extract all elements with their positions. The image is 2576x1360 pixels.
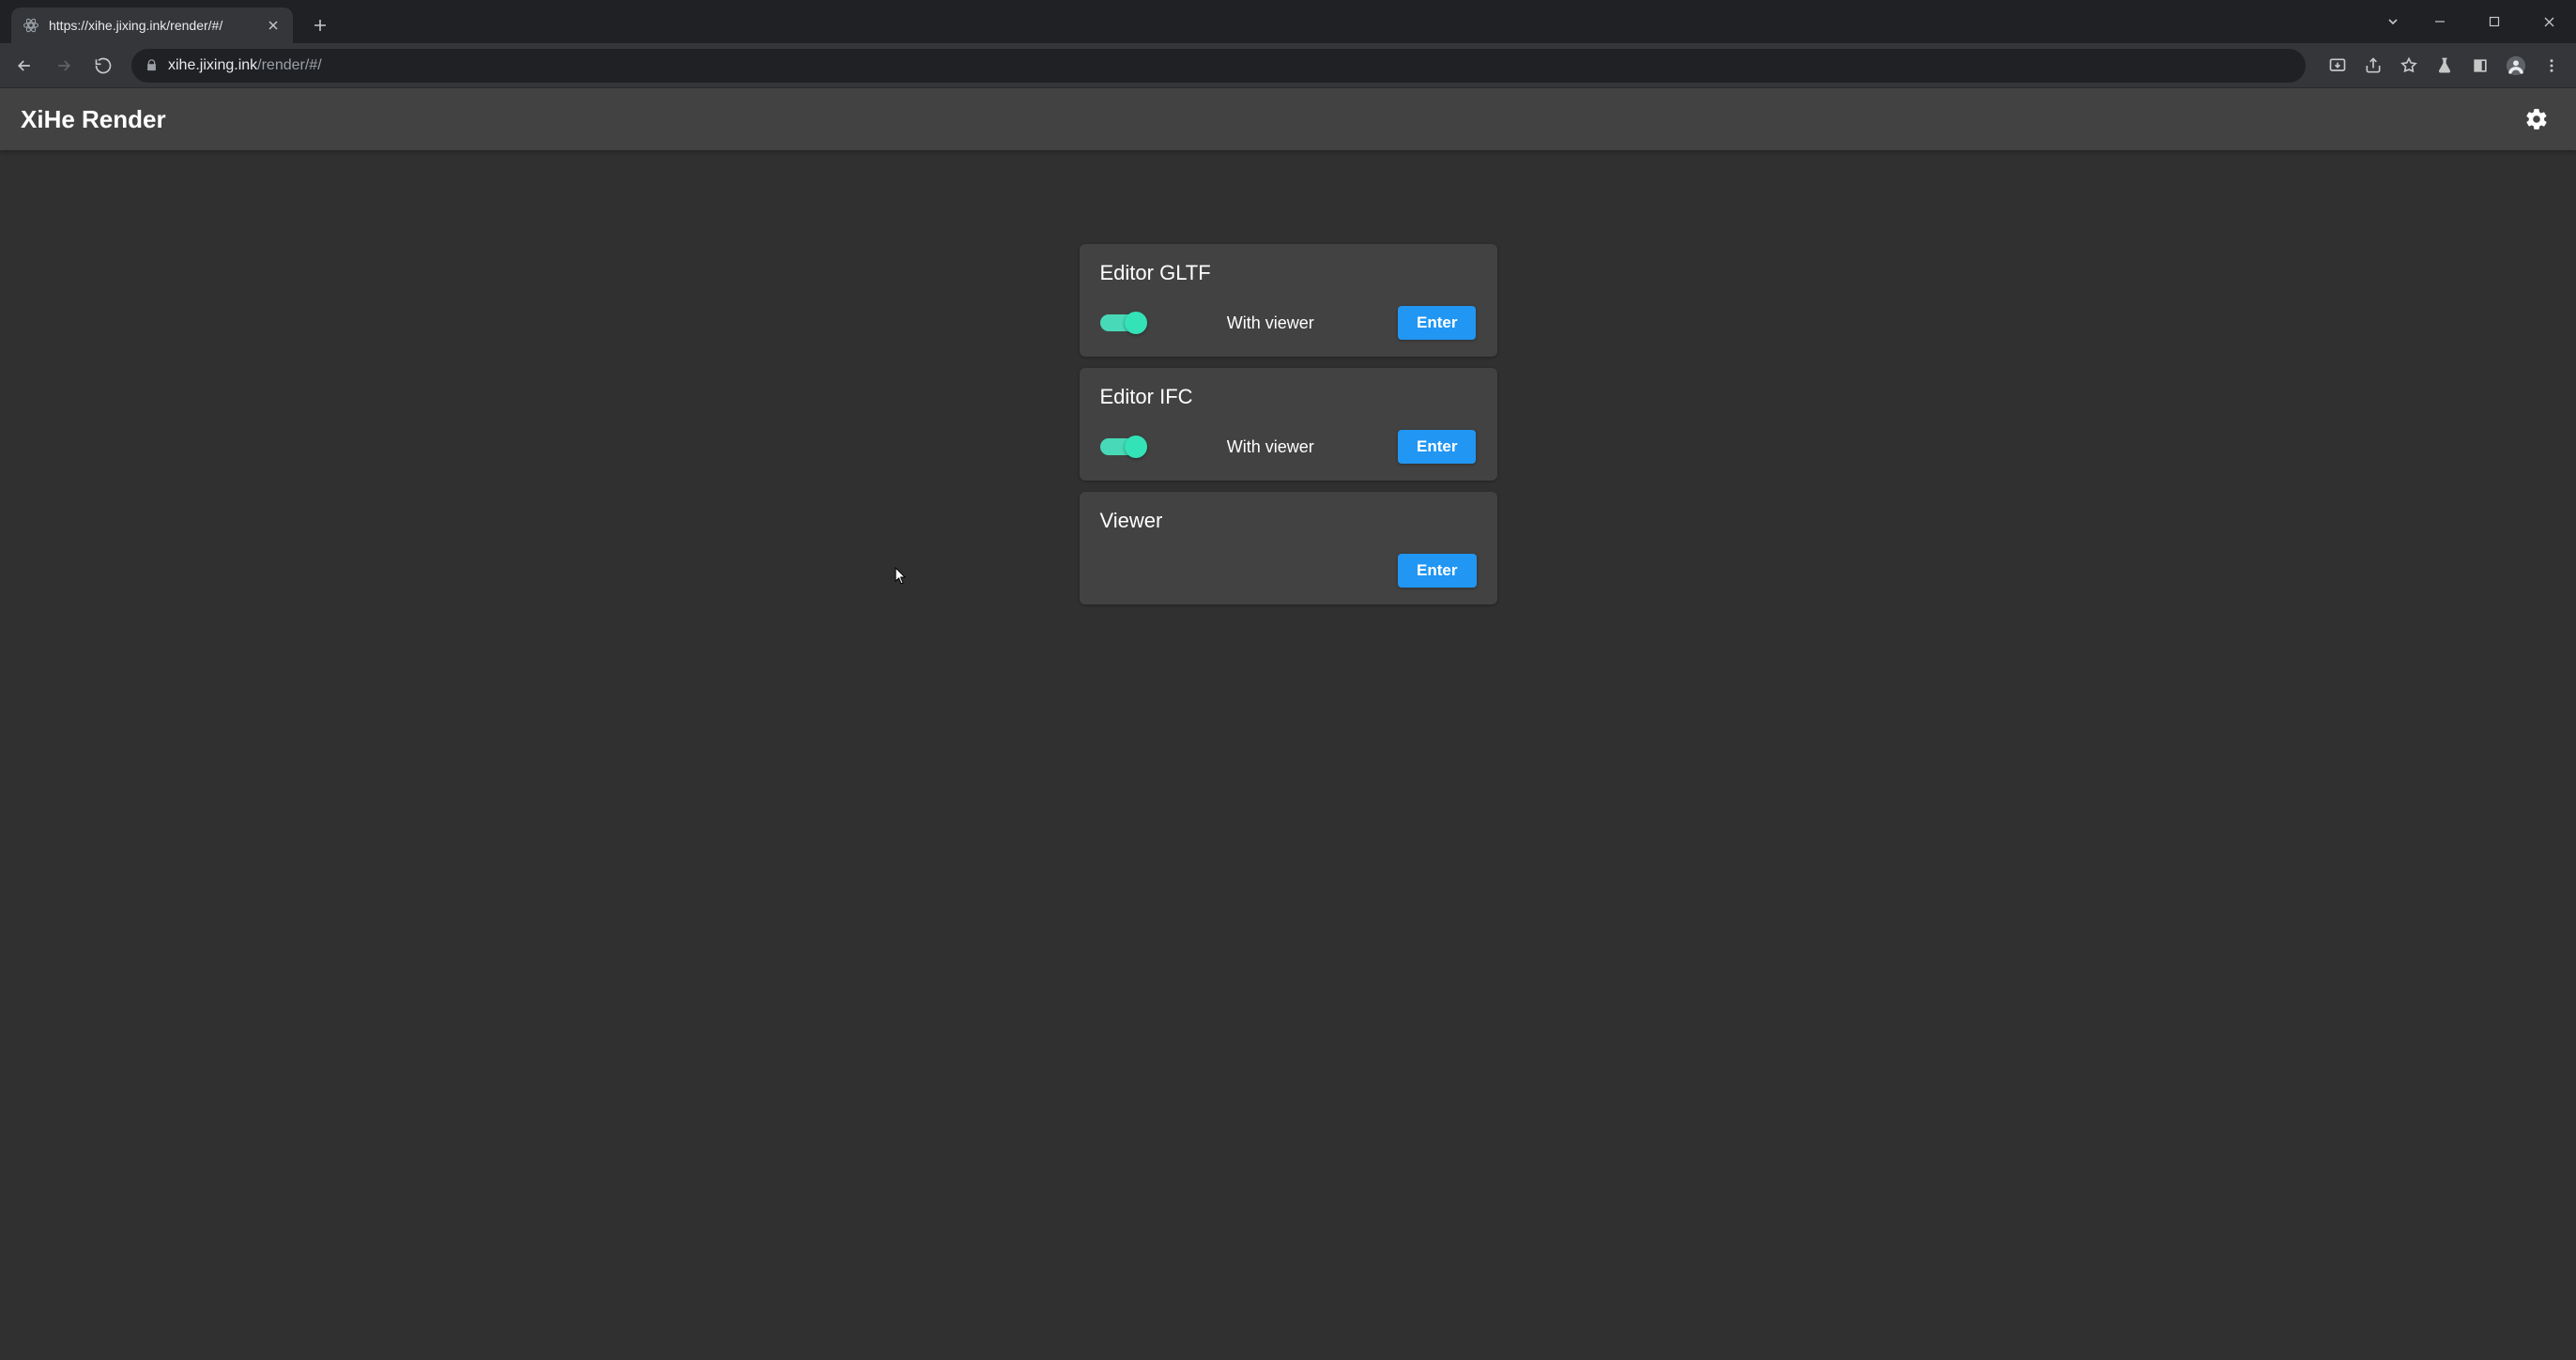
- nav-reload-button[interactable]: [86, 49, 120, 83]
- card-editor-ifc: Editor IFC With viewer Enter: [1080, 368, 1497, 481]
- card-title: Editor GLTF: [1100, 261, 1477, 285]
- tab-search-button[interactable]: [2373, 3, 2413, 40]
- window-close-button[interactable]: [2522, 3, 2576, 40]
- url-host: xihe.jixing.ink: [168, 57, 257, 73]
- card-editor-gltf: Editor GLTF With viewer Enter: [1080, 244, 1497, 357]
- browser-menu-icon[interactable]: [2535, 49, 2568, 83]
- window-controls: [2373, 0, 2576, 43]
- enter-button[interactable]: Enter: [1398, 554, 1476, 588]
- enter-button[interactable]: Enter: [1398, 430, 1476, 464]
- bookmark-star-icon[interactable]: [2392, 49, 2426, 83]
- labs-flask-icon[interactable]: [2428, 49, 2461, 83]
- enter-button[interactable]: Enter: [1398, 306, 1476, 340]
- with-viewer-label: With viewer: [1227, 437, 1314, 457]
- nav-forward-button[interactable]: [47, 49, 81, 83]
- browser-titlebar: https://xihe.jixing.ink/render/#/: [0, 0, 2576, 43]
- with-viewer-label: With viewer: [1227, 313, 1314, 333]
- tab-title: https://xihe.jixing.ink/render/#/: [49, 18, 255, 33]
- install-app-icon[interactable]: [2321, 49, 2354, 83]
- settings-button[interactable]: [2518, 100, 2555, 138]
- tab-favicon-icon: [23, 17, 39, 34]
- browser-toolbar: xihe.jixing.ink/render/#/: [0, 43, 2576, 88]
- page-viewport: XiHe Render Editor GLTF With viewer Ente…: [0, 88, 2576, 1360]
- url-path: /render/#/: [257, 57, 321, 73]
- with-viewer-toggle[interactable]: [1100, 438, 1143, 455]
- card-stack: Editor GLTF With viewer Enter Editor IFC…: [1080, 244, 1497, 604]
- window-minimize-button[interactable]: [2413, 3, 2467, 40]
- toolbar-actions: [2321, 49, 2568, 83]
- main-content: Editor GLTF With viewer Enter Editor IFC…: [0, 150, 2576, 1360]
- new-tab-button[interactable]: [306, 11, 334, 39]
- window-maximize-button[interactable]: [2467, 3, 2522, 40]
- app-bar: XiHe Render: [0, 88, 2576, 150]
- card-viewer: Viewer Enter: [1080, 492, 1497, 604]
- share-icon[interactable]: [2356, 49, 2390, 83]
- profile-avatar-icon[interactable]: [2499, 49, 2533, 83]
- url-text: xihe.jixing.ink/render/#/: [168, 57, 322, 74]
- card-title: Viewer: [1100, 509, 1477, 533]
- browser-tab-active[interactable]: https://xihe.jixing.ink/render/#/: [11, 8, 293, 43]
- lock-icon: [145, 58, 159, 72]
- gear-icon: [2524, 107, 2549, 131]
- with-viewer-toggle[interactable]: [1100, 314, 1143, 331]
- tab-close-icon[interactable]: [265, 17, 282, 34]
- card-title: Editor IFC: [1100, 385, 1477, 409]
- nav-back-button[interactable]: [8, 49, 41, 83]
- app-title: XiHe Render: [21, 105, 166, 134]
- address-bar[interactable]: xihe.jixing.ink/render/#/: [131, 49, 2306, 83]
- side-panel-icon[interactable]: [2463, 49, 2497, 83]
